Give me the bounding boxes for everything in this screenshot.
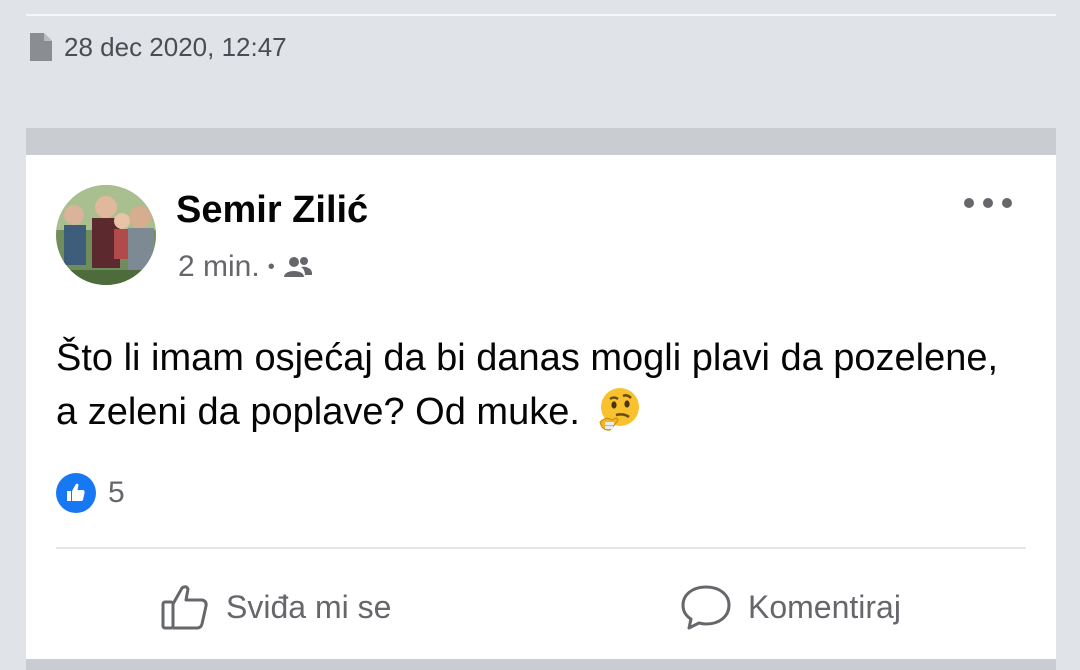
more-dot <box>964 198 974 208</box>
comment-icon <box>681 585 731 630</box>
friends-icon <box>283 257 312 277</box>
like-icon <box>56 473 96 513</box>
reaction-summary[interactable]: 5 <box>56 471 125 515</box>
top-divider <box>26 14 1056 16</box>
more-dot <box>1002 198 1012 208</box>
actions-divider <box>56 547 1026 549</box>
card-bottom-shade <box>26 659 1056 670</box>
thinking-face-icon <box>599 388 640 431</box>
like-label: Sviđa mi se <box>226 588 392 625</box>
comment-label: Komentiraj <box>748 588 901 625</box>
avatar[interactable] <box>56 185 156 285</box>
post-body: Što li imam osjećaj da bi danas mogli pl… <box>56 331 1016 439</box>
more-options-button[interactable] <box>964 191 1012 215</box>
comment-button[interactable]: Komentiraj <box>680 579 901 635</box>
post-meta: 2 min. • <box>178 247 313 287</box>
thumbs-up-icon <box>161 585 208 630</box>
post-time[interactable]: 2 min. <box>178 250 260 284</box>
post-card: Semir Zilić 2 min. • Što li imam osjećaj… <box>26 155 1056 665</box>
more-dot <box>983 198 993 208</box>
author-name[interactable]: Semir Zilić <box>176 189 368 232</box>
meta-separator: • <box>267 255 275 278</box>
document-icon <box>30 33 52 61</box>
post-text: Što li imam osjećaj da bi danas mogli pl… <box>56 337 999 433</box>
card-top-shade <box>26 128 1056 155</box>
date-text: 28 dec 2020, 12:47 <box>64 31 287 62</box>
snapshot-date: 28 dec 2020, 12:47 <box>30 30 287 64</box>
reaction-count: 5 <box>108 476 125 509</box>
like-button[interactable]: Sviđa mi se <box>160 579 391 635</box>
